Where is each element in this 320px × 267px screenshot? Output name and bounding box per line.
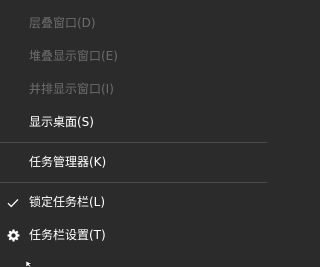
menu-item-lock-taskbar[interactable]: 锁定任务栏(L) [0, 186, 267, 219]
menu-item-label: 任务栏设置(T) [29, 228, 106, 242]
menu-item-label: 层叠窗口(D) [29, 16, 96, 30]
menu-item-show-desktop[interactable]: 显示桌面(S) [0, 106, 267, 139]
menu-item-label: 显示桌面(S) [29, 115, 94, 129]
menu-item-label: 锁定任务栏(L) [29, 195, 106, 209]
mouse-cursor-icon [26, 261, 33, 267]
menu-separator [0, 182, 267, 183]
menu-item-label: 任务管理器(K) [29, 155, 107, 169]
menu-item-cascade-windows: 层叠窗口(D) [0, 7, 267, 40]
gear-icon [6, 219, 20, 252]
menu-item-label: 并排显示窗口(I) [29, 82, 114, 96]
menu-item-label: 堆叠显示窗口(E) [29, 49, 118, 63]
menu-separator [0, 142, 267, 143]
menu-item-task-manager[interactable]: 任务管理器(K) [0, 146, 267, 179]
checkmark-icon [6, 186, 20, 219]
taskbar-context-menu: 层叠窗口(D) 堆叠显示窗口(E) 并排显示窗口(I) 显示桌面(S) 任务管理… [0, 0, 267, 267]
menu-item-taskbar-settings[interactable]: 任务栏设置(T) [0, 219, 267, 252]
menu-item-side-by-side-windows: 并排显示窗口(I) [0, 73, 267, 106]
menu-item-stack-windows: 堆叠显示窗口(E) [0, 40, 267, 73]
